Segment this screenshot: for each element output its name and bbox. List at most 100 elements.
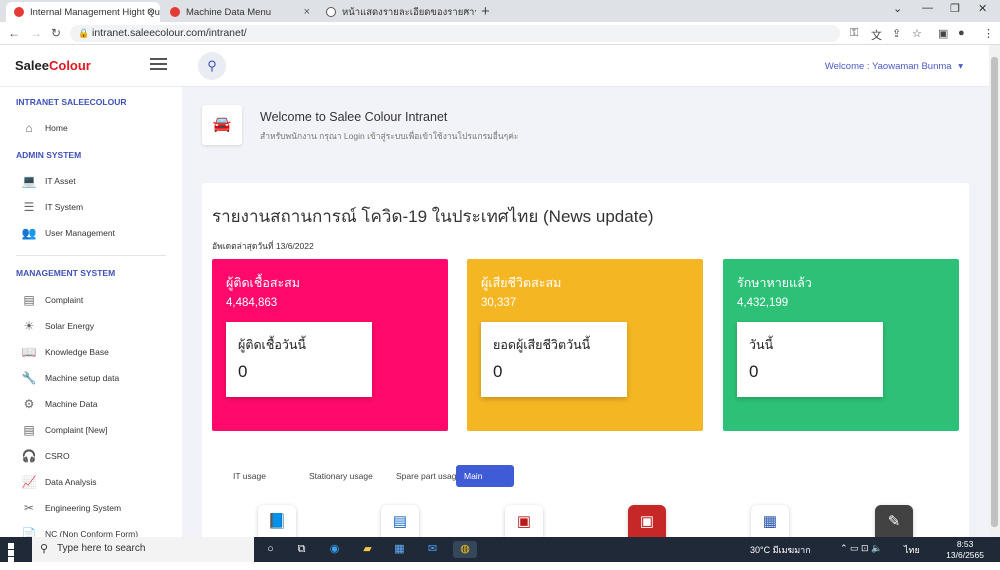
page-title: Welcome to Salee Colour Intranet [260,110,448,124]
sidebar-item-it-system[interactable]: ☰ IT System [20,197,84,217]
tab-search-icon[interactable]: ⌄ [893,2,902,15]
headset-icon: 🎧 [21,449,37,463]
file-explorer-icon[interactable]: ▰ [359,541,376,558]
id-card-icon: ▤ [23,423,35,437]
windows-start-icon[interactable] [8,543,21,570]
new-tab-button[interactable]: + [481,3,490,20]
csv-file-icon[interactable]: ▤ [381,505,419,537]
stat-card-recovered: รักษาหายแล้ว 4,432,199 วันนี้ 0 [723,259,959,431]
reload-icon[interactable]: ↻ [51,26,61,40]
sidebar-section-title: ADMIN SYSTEM [16,150,82,160]
search-button[interactable]: ⚲ [198,52,226,80]
stat-value: 4,484,863 [226,297,278,309]
star-icon[interactable]: ☆ [912,27,922,40]
user-menu[interactable]: Welcome : Yaowaman Bunma ▾ [825,61,963,72]
key-icon[interactable]: ⚿ [850,27,858,40]
sidebar-item-data-analysis[interactable]: 📈 Data Analysis [20,472,97,492]
browser-tab-title: Internal Management Hight Qual [30,6,160,18]
weather-widget[interactable]: 30°C มีเมฆมาก [750,543,811,557]
scrollbar-thumb[interactable] [991,57,998,527]
menu-tabs-card: IT usage Stationary usage Spare part usa… [202,452,969,537]
id-card-icon: ▤ [23,293,35,307]
main-content: 🚘 Welcome to Salee Colour Intranet สำหรั… [182,87,989,537]
stat-label: ผู้เสียชีวิตสะสม [481,276,562,290]
sidebar-item-nc-form[interactable]: 📄 NC (Non Conform Form) [20,524,139,537]
clock[interactable]: 8:53 13/6/2565 [946,539,984,561]
wrench-icon: 🔧 [21,371,37,385]
id-badge-icon[interactable]: ▣ [628,505,666,537]
stat-today-box: ยอดผู้เสียชีวิตวันนี้ 0 [481,322,627,397]
sidebar-item-label: Solar Energy [45,321,95,331]
sidebar-item-csro[interactable]: 🎧 CSRO [20,446,70,466]
sidebar-item-complaint-new[interactable]: ▤ Complaint [New] [20,420,107,440]
search-icon: ⚲ [40,543,49,555]
side-panel-icon[interactable]: ▣ [938,27,948,40]
browser-tab-mx[interactable]: หน้าแสดงรายละเอียดของรายการMX2 × [318,2,476,22]
sidebar-item-solar-energy[interactable]: ☀ Solar Energy [20,316,95,336]
stat-card-infected: ผู้ติดเชื้อสะสม 4,484,863 ผู้ติดเชื้อวัน… [212,259,448,431]
covid-report-title: รายงานสถานการณ์ โควิด-19 ในประเทศไทย (Ne… [212,207,654,226]
profile-icon[interactable]: ● [958,27,965,39]
logo-accent: Colour [48,58,91,73]
edit-icon[interactable]: ✎ [875,505,913,537]
close-tab-icon[interactable]: × [464,6,470,18]
sidebar-item-home[interactable]: ⌂ Home [20,118,67,138]
translate-icon[interactable]: 文 [871,27,882,43]
sidebar-item-label: User Management [45,228,115,238]
welcome-text: Welcome : Yaowaman Bunma [824,61,952,72]
sidebar-item-machine-setup-data[interactable]: 🔧 Machine setup data [20,368,120,388]
covid-updated-date: อัพเดตล่าสุดวันที่ 13/6/2022 [212,241,314,251]
browser-tab-intranet[interactable]: Internal Management Hight Qual × [6,2,160,22]
sidebar-item-label: IT Asset [45,176,76,186]
qr-code-icon[interactable]: ▦ [751,505,789,537]
sidebar-item-knowledge-base[interactable]: 📖 Knowledge Base [20,342,109,362]
sidebar-divider [16,255,166,256]
mail-icon[interactable]: ✉ [424,541,441,558]
stat-today-value: 0 [749,362,759,381]
chrome-icon[interactable]: ◍ [453,541,477,558]
sidebar-item-engineering-system[interactable]: ✂ Engineering System [20,498,121,518]
logo[interactable]: SaleeColour [15,58,91,73]
close-tab-icon[interactable]: × [304,6,310,18]
menu-dots-icon[interactable]: ⋮ [983,27,994,40]
tab-main-menu[interactable]: Main Menu [456,465,514,503]
taskbar-search-input[interactable]: ⚲ Type here to search [32,537,254,562]
sidebar-item-label: Machine Data [45,399,98,409]
minimize-icon[interactable]: — [922,2,933,14]
task-view-icon[interactable]: ⧉ [293,541,310,558]
share-icon[interactable]: ⇪ [892,27,901,40]
browser-tab-strip: Internal Management Hight Qual × Machine… [0,0,1000,22]
close-window-icon[interactable]: ✕ [978,2,987,15]
tab-stationary-usage[interactable]: Stationary usage [301,465,381,487]
sidebar-item-machine-data[interactable]: ⚙ Machine Data [20,394,98,414]
forward-icon[interactable]: → [30,26,42,40]
url-input[interactable]: 🔒 intranet.saleecolour.com/intranet/ [70,25,840,42]
sidebar-item-label: Engineering System [45,503,122,513]
taskbar-search-placeholder: Type here to search [57,543,146,554]
close-tab-icon[interactable]: × [148,6,154,18]
hamburger-menu-icon[interactable] [150,58,167,70]
sidebar-item-it-asset[interactable]: 💻 IT Asset [20,171,76,191]
restore-icon[interactable]: ❐ [950,2,960,15]
sidebar-item-complaint[interactable]: ▤ Complaint [20,290,83,310]
sidebar-item-label: Machine setup data [45,373,120,383]
edge-icon[interactable]: ◉ [326,541,343,558]
sidebar-item-user-management[interactable]: 👥 User Management [20,223,115,243]
back-icon[interactable]: ← [8,26,20,40]
stat-today-label: วันนี้ [749,338,774,352]
browser-tab-machine-data[interactable]: Machine Data Menu × [162,2,316,22]
book-reader-icon[interactable]: 📘 [258,505,296,537]
language-indicator[interactable]: ไทย [904,543,920,557]
tray-icons[interactable]: ⌃ ▭ ⊡ 🔈 [840,543,882,554]
home-icon: ⌂ [25,121,33,135]
tab-it-usage[interactable]: IT usage [225,465,274,487]
page-scrollbar[interactable] [989,45,1000,537]
id-badge-icon[interactable]: ▣ [505,505,543,537]
store-icon[interactable]: ▦ [391,541,408,558]
cortana-icon[interactable]: ○ [262,541,279,558]
app-header: SaleeColour ⚲ Welcome : Yaowaman Bunma ▾ [0,45,989,87]
sidebar-item-label: Complaint [New] [45,425,108,435]
car-icon: 🚘 [202,105,242,145]
search-icon: ⚲ [207,58,217,73]
tools-icon: ✂ [23,501,35,515]
